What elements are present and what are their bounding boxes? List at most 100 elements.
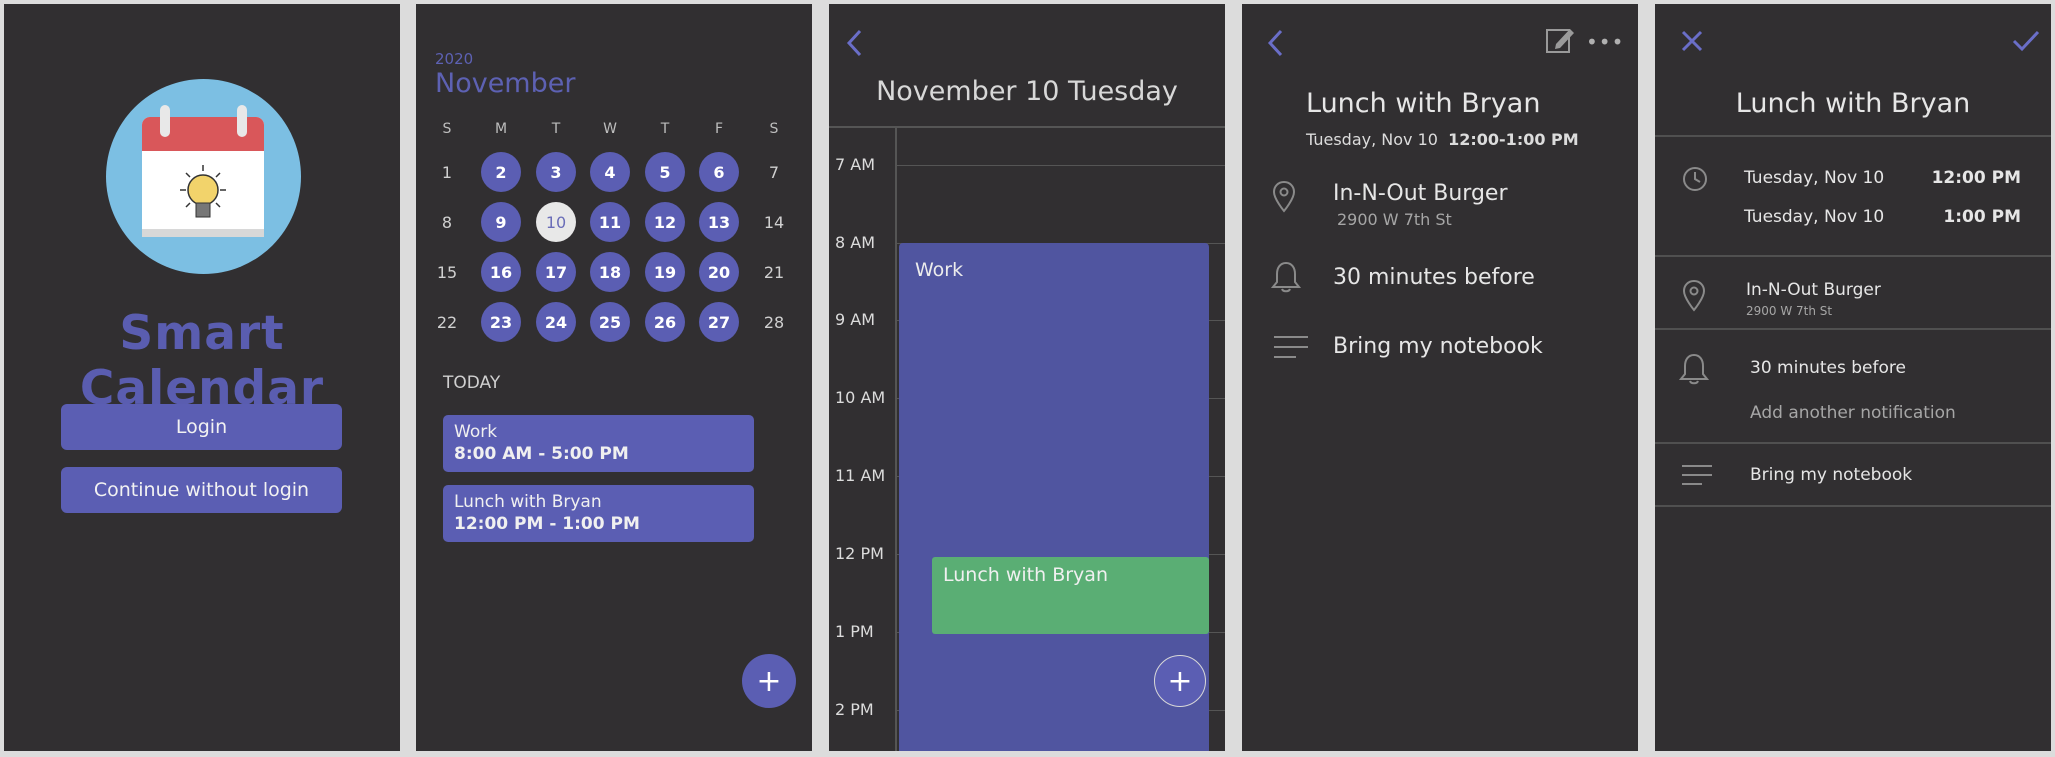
check-icon[interactable]: [2011, 29, 2041, 53]
location-name: In-N-Out Burger: [1333, 181, 1508, 206]
day-cell[interactable]: 22: [427, 302, 467, 342]
login-screen: Smart Calendar Login Continue without lo…: [4, 4, 400, 751]
event-block-lunch[interactable]: Lunch with Bryan: [932, 557, 1209, 634]
weekday-label: T: [660, 121, 670, 137]
day-cell[interactable]: 1: [427, 152, 467, 192]
weekday-label: M: [494, 121, 508, 137]
event-card-work[interactable]: Work 8:00 AM - 5:00 PM: [443, 415, 754, 472]
close-icon[interactable]: [1680, 29, 1704, 53]
note-text: Bring my notebook: [1333, 334, 1543, 359]
month-view-screen: 2020 November S M T W T F S 1 2 3 4 5 6 …: [416, 4, 812, 751]
day-cell[interactable]: 23: [481, 302, 521, 342]
day-cell[interactable]: 16: [481, 252, 521, 292]
day-cell[interactable]: 17: [536, 252, 576, 292]
hour-label: 10 AM: [835, 388, 886, 407]
day-cell[interactable]: 26: [645, 302, 685, 342]
continue-without-login-button[interactable]: Continue without login: [61, 467, 342, 513]
location-address: 2900 W 7th St: [1746, 304, 1833, 318]
day-cell[interactable]: 12: [645, 202, 685, 242]
hour-line: [895, 165, 1225, 166]
event-date: Tuesday, Nov 10: [1306, 130, 1438, 149]
day-cell[interactable]: 14: [754, 202, 794, 242]
day-cell[interactable]: 13: [699, 202, 739, 242]
year-label: 2020: [435, 50, 474, 68]
day-cell[interactable]: 3: [536, 152, 576, 192]
day-cell[interactable]: 28: [754, 302, 794, 342]
clock-icon: [1683, 167, 1707, 191]
event-datetime: Tuesday, Nov 10 12:00-1:00 PM: [1306, 130, 1579, 149]
hour-label: 9 AM: [835, 310, 876, 329]
day-cell[interactable]: 24: [536, 302, 576, 342]
event-time: 12:00 PM - 1:00 PM: [454, 514, 640, 534]
day-cell[interactable]: 4: [590, 152, 630, 192]
notes-icon: [1274, 336, 1308, 358]
event-detail-screen: ••• Lunch with Bryan Tuesday, Nov 10 12:…: [1242, 4, 1638, 751]
hour-label: 1 PM: [835, 622, 874, 641]
bell-icon: [1679, 353, 1709, 385]
location-divider: [1655, 328, 2051, 330]
weekday-label: S: [442, 121, 452, 137]
note-text[interactable]: Bring my notebook: [1750, 465, 1912, 485]
day-cell[interactable]: 20: [699, 252, 739, 292]
note-divider: [1655, 505, 2051, 507]
location-name[interactable]: In-N-Out Burger: [1746, 280, 1881, 300]
add-notification-link[interactable]: Add another notification: [1750, 403, 1956, 423]
back-chevron-icon[interactable]: [1266, 28, 1286, 58]
notes-icon: [1682, 465, 1712, 485]
event-title: Lunch with Bryan: [454, 492, 602, 512]
day-cell[interactable]: 7: [754, 152, 794, 192]
day-cell[interactable]: 8: [427, 202, 467, 242]
app-title: Smart Calendar: [79, 306, 325, 416]
start-time[interactable]: 12:00 PM: [1932, 168, 2021, 188]
login-button[interactable]: Login: [61, 404, 342, 450]
back-chevron-icon[interactable]: [845, 28, 865, 58]
today-cell[interactable]: 10: [536, 202, 576, 242]
event-title[interactable]: Lunch with Bryan: [1655, 88, 2051, 119]
location-pin-icon: [1272, 180, 1296, 213]
add-event-button[interactable]: +: [742, 654, 796, 708]
day-cell[interactable]: 19: [645, 252, 685, 292]
today-heading: TODAY: [443, 373, 501, 393]
more-options-icon[interactable]: •••: [1586, 30, 1624, 54]
reminder-text: 30 minutes before: [1333, 265, 1535, 290]
month-label: November: [435, 68, 576, 99]
day-cell[interactable]: 18: [590, 252, 630, 292]
add-event-button[interactable]: +: [1154, 655, 1206, 707]
hour-label: 11 AM: [835, 466, 886, 485]
day-cell[interactable]: 11: [590, 202, 630, 242]
day-title: November 10 Tuesday: [876, 76, 1178, 107]
event-title: Lunch with Bryan: [943, 564, 1108, 586]
end-time[interactable]: 1:00 PM: [1943, 207, 2021, 227]
weekday-label: T: [551, 121, 561, 137]
hour-label: 7 AM: [835, 155, 876, 174]
day-cell[interactable]: 2: [481, 152, 521, 192]
day-cell[interactable]: 21: [754, 252, 794, 292]
weekday-label: S: [769, 121, 779, 137]
location-address: 2900 W 7th St: [1337, 210, 1452, 229]
day-cell[interactable]: 27: [699, 302, 739, 342]
edit-icon[interactable]: [1544, 24, 1576, 56]
end-date[interactable]: Tuesday, Nov 10: [1744, 207, 1884, 227]
event-title: Lunch with Bryan: [1306, 88, 1541, 119]
title-divider: [1655, 135, 2051, 137]
time-axis-line: [895, 128, 897, 751]
start-date[interactable]: Tuesday, Nov 10: [1744, 168, 1884, 188]
day-cell[interactable]: 25: [590, 302, 630, 342]
event-card-lunch[interactable]: Lunch with Bryan 12:00 PM - 1:00 PM: [443, 485, 754, 542]
weekday-label: F: [714, 121, 724, 137]
day-cell[interactable]: 9: [481, 202, 521, 242]
reminder-text[interactable]: 30 minutes before: [1750, 358, 1906, 378]
event-title: Work: [915, 259, 964, 281]
day-view-screen: November 10 Tuesday 7 AM 8 AM 9 AM 10 AM…: [829, 4, 1225, 751]
hour-label: 2 PM: [835, 700, 874, 719]
day-cell[interactable]: 5: [645, 152, 685, 192]
event-time: 8:00 AM - 5:00 PM: [454, 444, 629, 464]
day-cell[interactable]: 6: [699, 152, 739, 192]
day-cell[interactable]: 15: [427, 252, 467, 292]
weekday-label: W: [603, 121, 617, 137]
calendar-lightbulb-icon: [142, 105, 264, 237]
hour-label: 8 AM: [835, 233, 876, 252]
bell-icon: [1271, 261, 1301, 293]
location-pin-icon: [1682, 279, 1706, 312]
event-title: Work: [454, 422, 498, 442]
